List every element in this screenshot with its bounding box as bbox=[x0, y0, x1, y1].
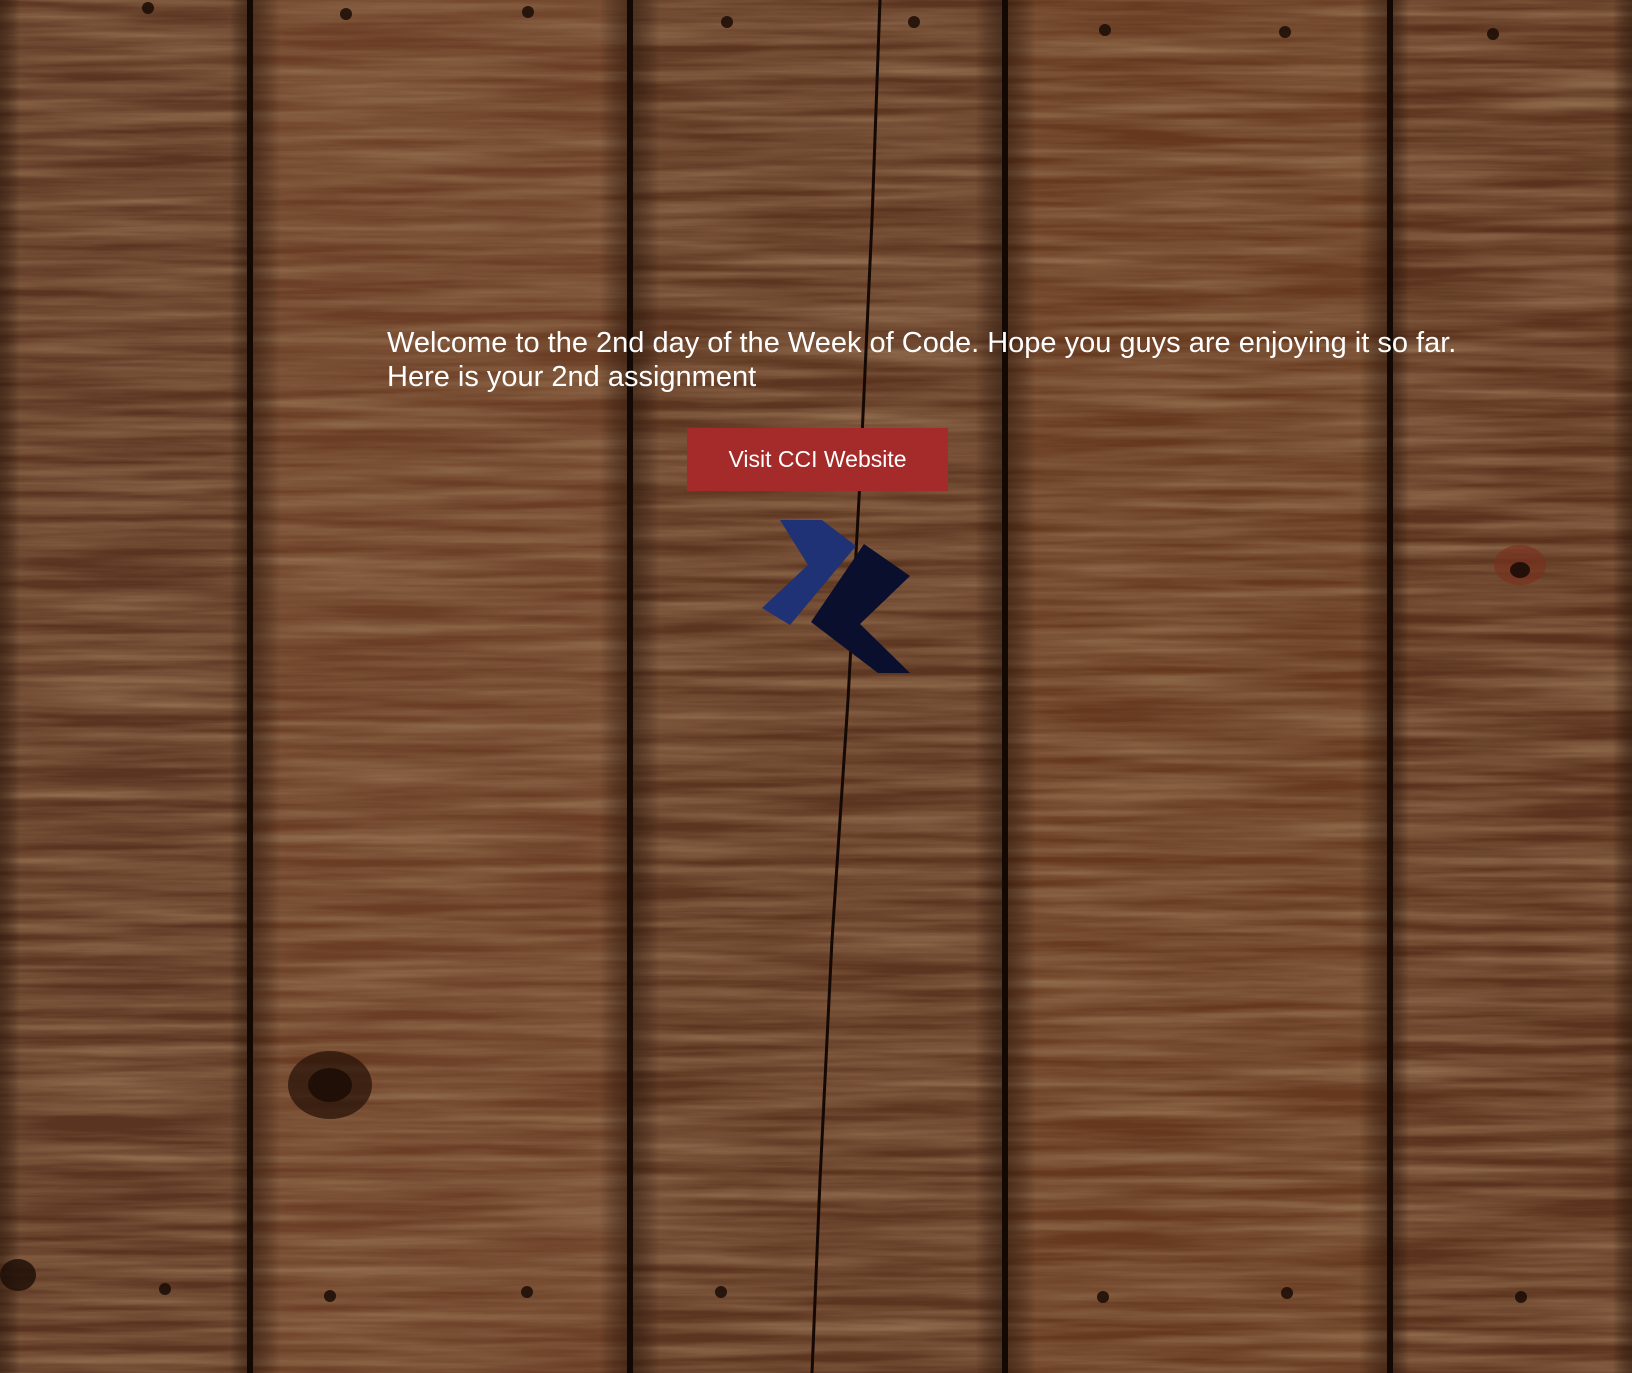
welcome-line-1: Welcome to the 2nd day of the Week of Co… bbox=[387, 327, 1457, 359]
page-content: Welcome to the 2nd day of the Week of Co… bbox=[0, 0, 1632, 1373]
visit-cci-website-button[interactable]: Visit CCI Website bbox=[687, 428, 948, 491]
cci-chevron-logo-icon[interactable] bbox=[760, 520, 914, 673]
welcome-message: Welcome to the 2nd day of the Week of Co… bbox=[387, 326, 1527, 394]
welcome-line-2: Here is your 2nd assignment bbox=[387, 361, 757, 393]
